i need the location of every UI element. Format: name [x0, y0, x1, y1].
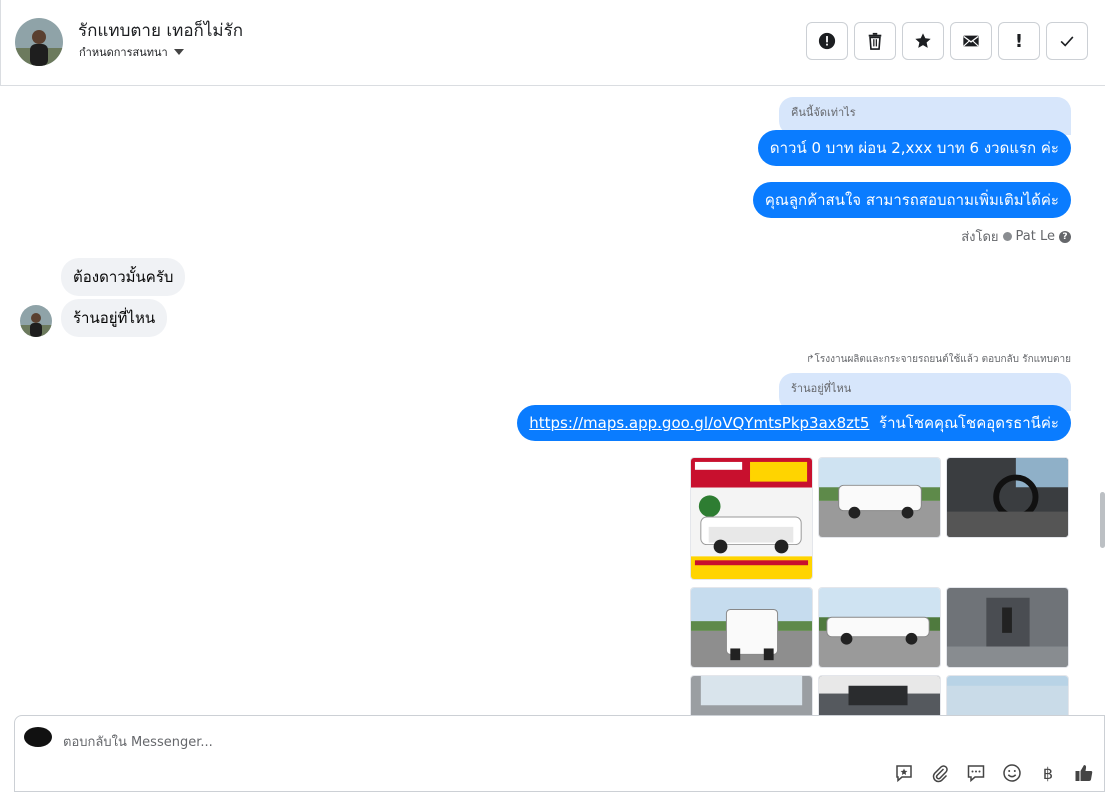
message-thread[interactable]: คืนนี้จัดเท่าไร ดาวน์ 0 บาท ผ่อน 2,xxx บ…: [0, 86, 1105, 716]
reply-note: ↱โรงงานผลิตและกระจายรถยนต์ใช้แล้ว ตอบกลั…: [806, 352, 1071, 367]
star-button[interactable]: [902, 22, 944, 60]
car-photo[interactable]: [818, 587, 941, 668]
contact-avatar[interactable]: [15, 18, 63, 66]
sent-by-label: ส่งโดย: [961, 230, 999, 245]
chat-star-icon: [896, 765, 912, 783]
thumbs-up-icon: [1075, 765, 1093, 781]
help-icon[interactable]: ?: [1059, 230, 1071, 243]
assign-conversation-dropdown[interactable]: กำหนดการสนทนา: [79, 43, 184, 61]
smiley-icon: [1003, 764, 1021, 782]
car-photo[interactable]: [946, 675, 1069, 716]
outgoing-message-text: ร้านโชคคุณโชคอุดรธานีค่ะ: [879, 414, 1059, 432]
car-photo[interactable]: [946, 457, 1069, 538]
assign-label: กำหนดการสนทนา: [79, 46, 168, 59]
paperclip-icon: [932, 765, 948, 783]
mark-unread-button[interactable]: [950, 22, 992, 60]
composer-tools: ฿: [893, 762, 1095, 784]
baht-icon: ฿: [1042, 763, 1054, 783]
car-photo[interactable]: [690, 587, 813, 668]
exclamation-icon: !: [1014, 30, 1024, 52]
trash-icon: [868, 32, 882, 50]
quoted-message-text: คืนนี้จัดเท่าไร: [791, 106, 856, 119]
envelope-icon: [963, 35, 979, 47]
conversation-header: รักแทบตาย เทอก็ไม่รัก กำหนดการสนทนา !: [0, 0, 1105, 86]
payment-button[interactable]: ฿: [1037, 762, 1059, 784]
car-photo[interactable]: [818, 457, 941, 538]
check-icon: [1060, 36, 1074, 47]
incoming-message[interactable]: ต้องดาวมั้นครับ: [61, 258, 186, 296]
quick-replies-button[interactable]: [965, 762, 987, 784]
follow-up-button[interactable]: !: [998, 22, 1040, 60]
maps-link[interactable]: https://maps.app.goo.gl/oVQYmtsPkp3ax8zt…: [529, 414, 869, 432]
mark-done-button[interactable]: [1046, 22, 1088, 60]
attach-button[interactable]: [929, 762, 951, 784]
saved-replies-button[interactable]: [893, 762, 915, 784]
outgoing-message-with-link[interactable]: https://maps.app.goo.gl/oVQYmtsPkp3ax8zt…: [517, 405, 1071, 441]
profile-dot-icon: [1002, 232, 1012, 241]
reply-note-text: โรงงานผลิตและกระจายรถยนต์ใช้แล้ว ตอบกลับ…: [814, 354, 1071, 365]
star-icon: [915, 33, 931, 48]
quoted-message-text: ร้านอยู่ที่ไหน: [791, 382, 852, 395]
car-photo[interactable]: [690, 675, 813, 716]
page-logo: [24, 727, 52, 747]
header-actions: !: [806, 22, 1088, 60]
reply-input[interactable]: ตอบกลับใน Messenger...: [63, 731, 213, 752]
caret-down-icon: [173, 49, 184, 55]
like-button[interactable]: [1073, 762, 1095, 784]
mark-spam-button[interactable]: [806, 22, 848, 60]
alert-circle-icon: [818, 32, 836, 50]
outgoing-message[interactable]: คุณลูกค้าสนใจ สามารถสอบถามเพิ่มเติมได้ค่…: [752, 182, 1071, 218]
incoming-message[interactable]: ร้านอยู่ที่ไหน: [61, 299, 168, 337]
contact-avatar-small: [20, 305, 52, 337]
delete-button[interactable]: [854, 22, 896, 60]
contact-name[interactable]: รักแทบตาย เทอก็ไม่รัก: [78, 17, 243, 44]
reply-composer: ตอบกลับใน Messenger... ฿: [14, 715, 1105, 792]
sent-by-info: ส่งโดย Pat Le ?: [961, 226, 1071, 247]
messenger-inbox: รักแทบตาย เทอก็ไม่รัก กำหนดการสนทนา ! คื…: [0, 0, 1105, 792]
car-photo[interactable]: [946, 587, 1069, 668]
emoji-button[interactable]: [1001, 762, 1023, 784]
sent-by-name[interactable]: Pat Le: [1016, 229, 1055, 244]
scrollbar-thumb[interactable]: [1100, 492, 1105, 548]
car-photo[interactable]: [690, 457, 813, 580]
car-photo[interactable]: [818, 675, 941, 716]
outgoing-message[interactable]: ดาวน์ 0 บาท ผ่อน 2,xxx บาท 6 งวดแรก ค่ะ: [757, 130, 1071, 166]
chat-bubble-icon: [967, 765, 985, 783]
